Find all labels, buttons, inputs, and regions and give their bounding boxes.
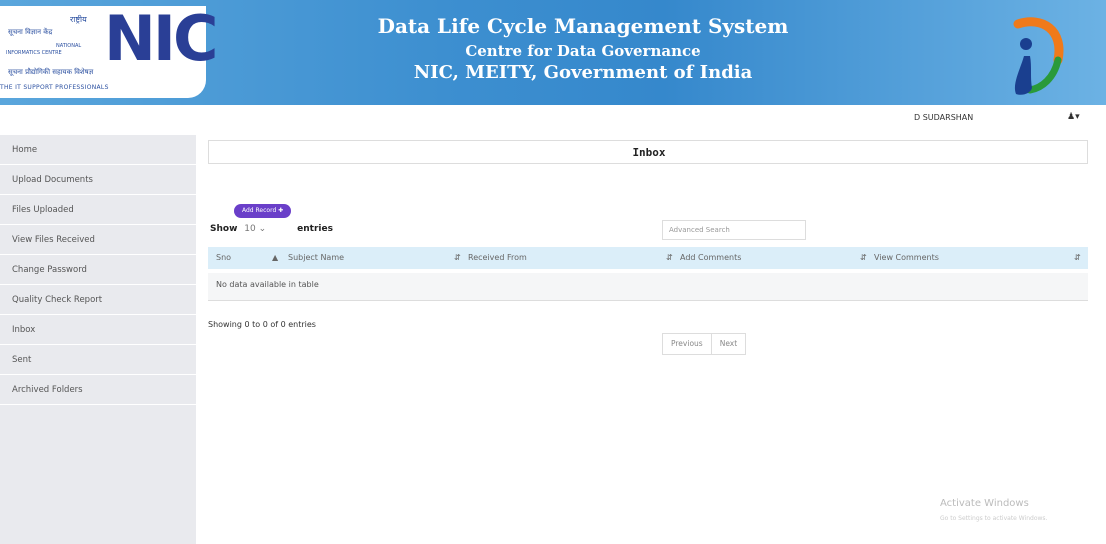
sidebar-item-upload-documents[interactable]: Upload Documents — [0, 165, 196, 195]
previous-button[interactable]: Previous — [663, 334, 711, 354]
sort-icon[interactable]: ⇵ — [454, 253, 461, 262]
chevron-down-icon: ⌄ — [258, 224, 267, 234]
entries-length-control: Show 10 ⌄ entries — [210, 224, 333, 234]
empty-table-message: No data available in table — [216, 280, 319, 289]
app-subtitle: Centre for Data Governance — [465, 42, 701, 60]
page-title-bar: Inbox — [208, 140, 1088, 164]
next-button[interactable]: Next — [710, 334, 745, 354]
app-organization: NIC, MEITY, Government of India — [413, 62, 753, 83]
logo-tagline: THE IT SUPPORT PROFESSIONALS — [0, 84, 109, 91]
advanced-search-input[interactable]: Advanced Search — [662, 220, 806, 240]
sort-asc-icon[interactable]: ▲ — [272, 253, 278, 262]
column-header-received-from[interactable]: Received From — [468, 253, 527, 262]
sidebar-item-home[interactable]: Home — [0, 135, 196, 165]
sort-icon[interactable]: ⇵ — [860, 253, 867, 262]
sidebar-item-quality-check-report[interactable]: Quality Check Report — [0, 285, 196, 315]
table-info: Showing 0 to 0 of 0 entries — [208, 320, 316, 329]
sidebar-item-view-files-received[interactable]: View Files Received — [0, 225, 196, 255]
digital-india-logo-icon — [1013, 17, 1064, 95]
sidebar-item-sent[interactable]: Sent — [0, 345, 196, 375]
table-row: No data available in table — [208, 273, 1088, 301]
column-header-view-comments[interactable]: View Comments — [874, 253, 939, 262]
sort-icon[interactable]: ⇵ — [666, 253, 673, 262]
show-label: Show — [210, 224, 238, 234]
page-title: Inbox — [632, 146, 666, 159]
entries-select[interactable]: 10 ⌄ — [240, 224, 294, 234]
entries-label: entries — [297, 224, 333, 234]
header-banner: राष्ट्रीय सूचना विज्ञान केंद्र NATIONAL … — [0, 0, 1106, 105]
sidebar-item-change-password[interactable]: Change Password — [0, 255, 196, 285]
column-header-subject-name[interactable]: Subject Name — [288, 253, 344, 262]
app-title: Data Life Cycle Management System — [377, 14, 789, 38]
user-dropdown-icon[interactable]: ♟▾ — [1067, 112, 1080, 122]
table-header: Sno ▲ Subject Name ⇵ Received From ⇵ Add… — [208, 247, 1088, 269]
pagination: Previous Next — [662, 333, 747, 355]
activate-windows-hint: Go to Settings to activate Windows. — [940, 515, 1048, 522]
sidebar-item-archived-folders[interactable]: Archived Folders — [0, 375, 196, 405]
column-header-sno[interactable]: Sno — [216, 253, 231, 262]
sidebar: Home Upload Documents Files Uploaded Vie… — [0, 135, 196, 544]
column-header-add-comments[interactable]: Add Comments — [680, 253, 741, 262]
user-name[interactable]: D SUDARSHAN — [914, 113, 973, 122]
activate-windows-watermark: Activate Windows — [940, 498, 1029, 509]
entries-select-value: 10 — [244, 224, 256, 234]
add-record-button[interactable]: Add Record ✚ — [234, 204, 292, 218]
sidebar-item-files-uploaded[interactable]: Files Uploaded — [0, 195, 196, 225]
sort-icon[interactable]: ⇵ — [1074, 253, 1081, 262]
sidebar-item-inbox[interactable]: Inbox — [0, 315, 196, 345]
